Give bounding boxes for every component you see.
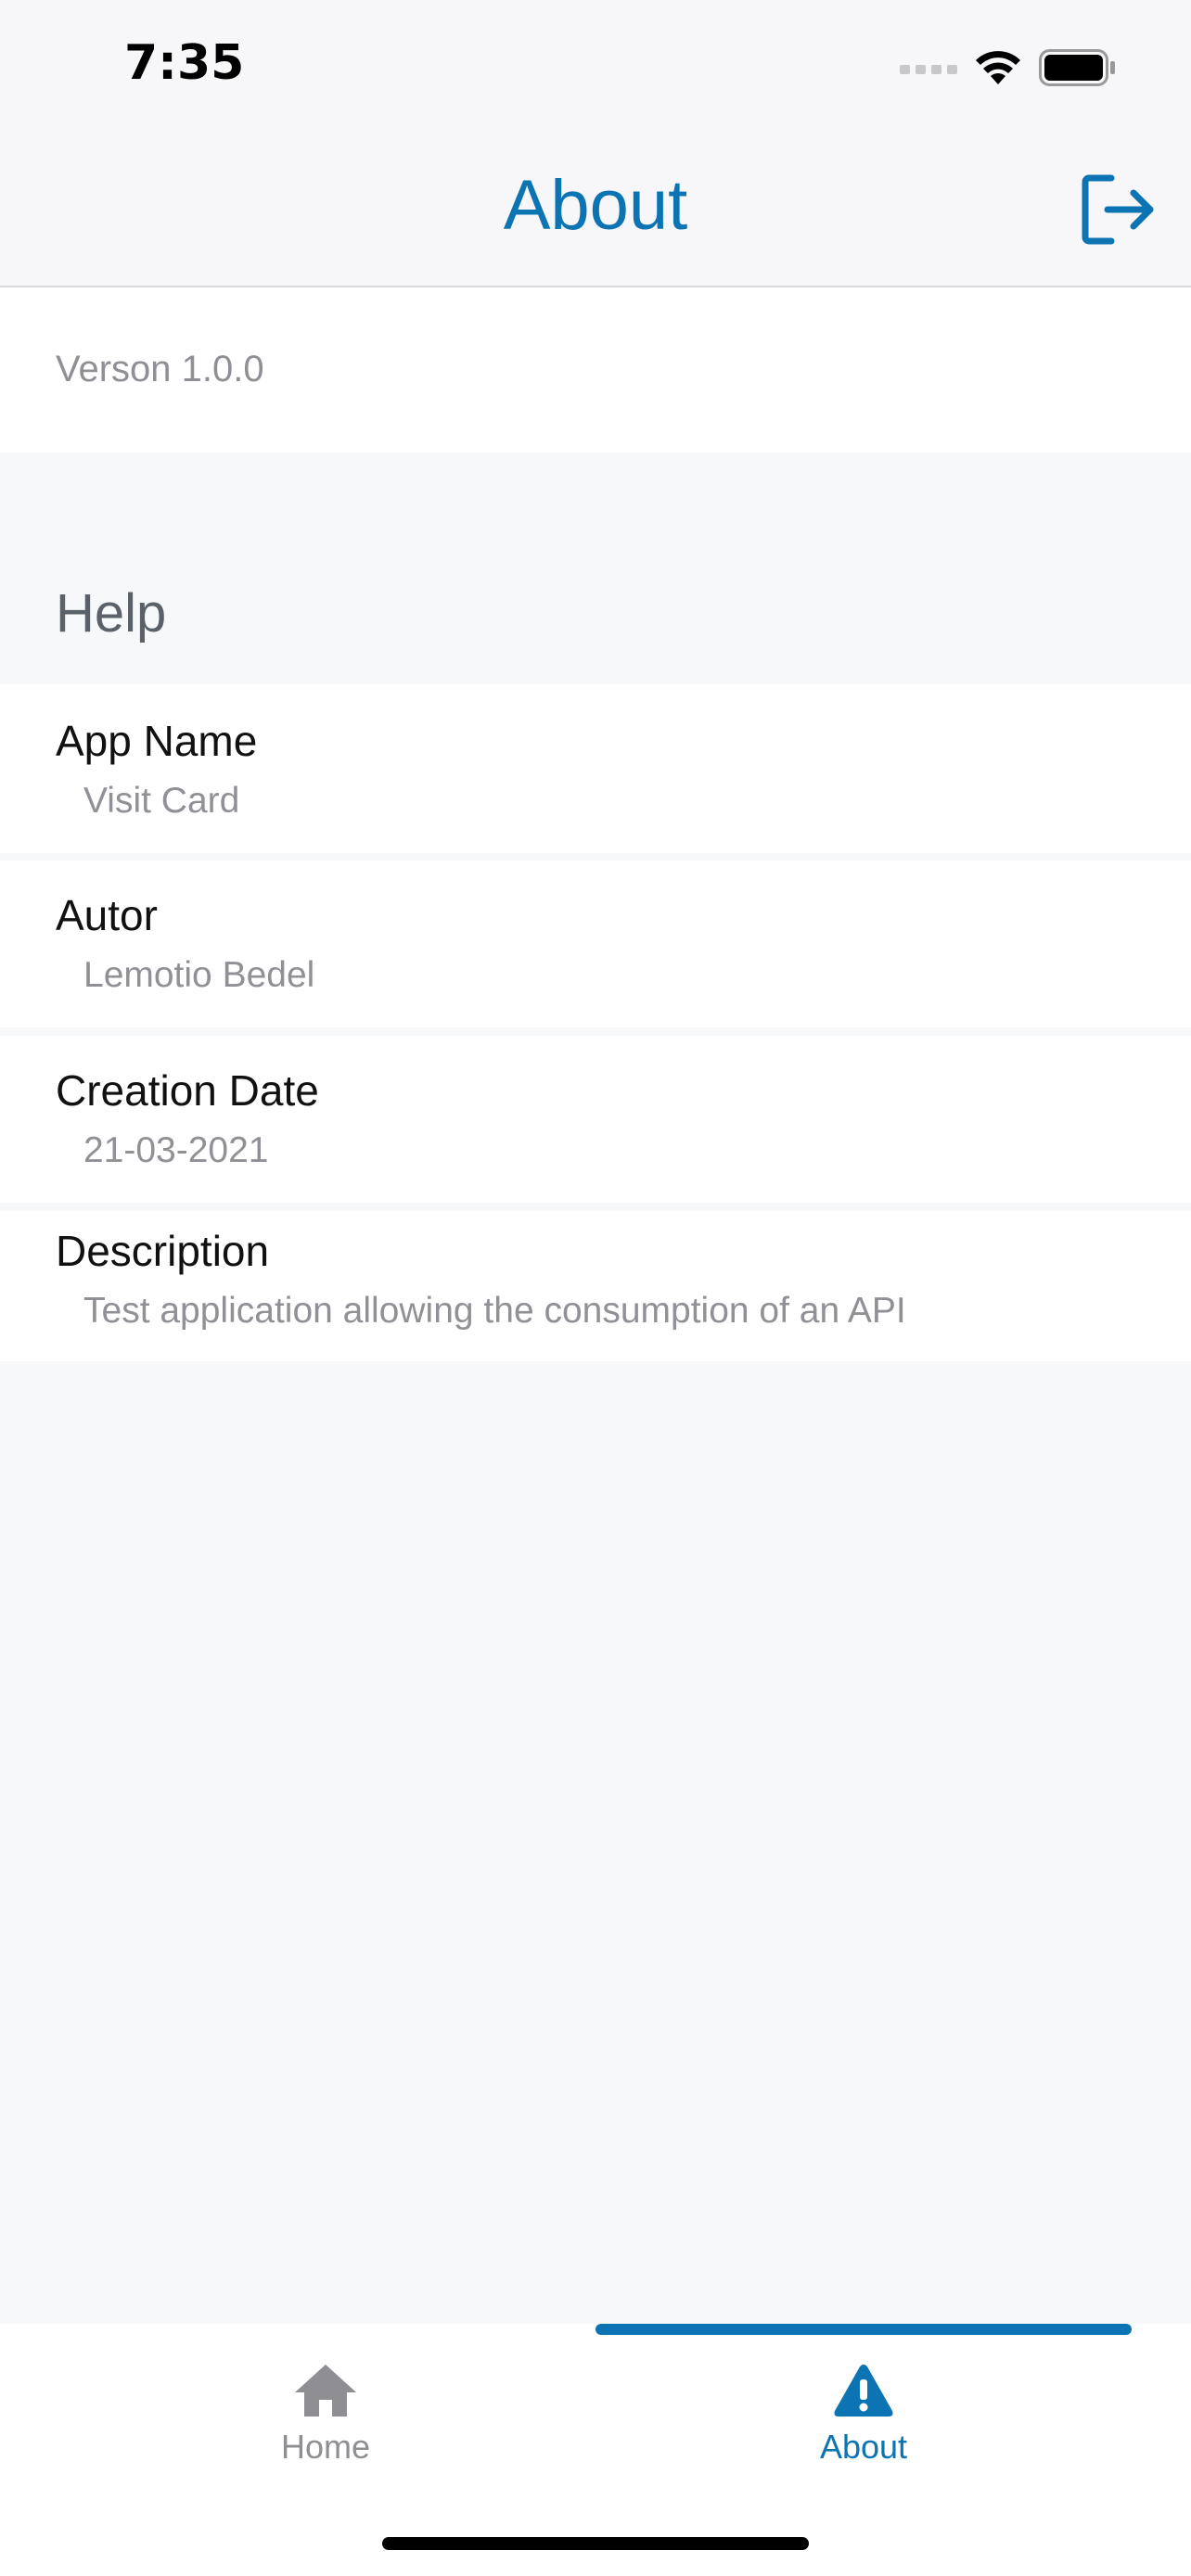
item-label: Description [56,1227,270,1275]
version-text: Verson 1.0.0 [56,349,264,389]
page-title: About [503,166,688,245]
logout-icon [1082,174,1154,245]
battery-icon [1039,49,1115,86]
navigation-bar: About [0,139,1191,287]
home-indicator[interactable] [382,2537,809,2550]
list-item-creation-date: Creation Date 21-03-2021 [0,1036,1191,1203]
active-tab-indicator [596,2324,1132,2335]
item-value: Visit Card [83,781,240,821]
item-label: Autor [56,891,158,939]
tab-home[interactable]: Home [28,2361,623,2491]
item-value: Lemotio Bedel [83,955,315,995]
item-label: Creation Date [56,1066,319,1115]
cellular-signal-icon [900,65,957,74]
tab-about[interactable]: About [566,2361,1161,2491]
wifi-icon [976,51,1020,84]
item-value: 21-03-2021 [83,1130,269,1170]
home-icon [295,2365,356,2417]
status-time: 7:35 [124,35,245,91]
tab-label: About [819,2428,908,2466]
logout-button[interactable] [1080,171,1158,249]
list-item-autor: Autor Lemotio Bedel [0,861,1191,1027]
list-item-app-name: App Name Visit Card [0,684,1191,853]
tab-label: Home [280,2428,371,2466]
version-row: Verson 1.0.0 [0,287,1191,453]
help-section-header: Help [56,583,167,644]
item-value: Test application allowing the consumptio… [83,1291,906,1331]
status-bar: 7:35 [0,0,1191,139]
item-label: App Name [56,717,258,765]
list-item-description: Description Test application allowing th… [0,1211,1191,1361]
tab-bar: Home About [0,2324,1191,2576]
warning-icon [834,2365,893,2417]
status-icons [900,46,1117,89]
